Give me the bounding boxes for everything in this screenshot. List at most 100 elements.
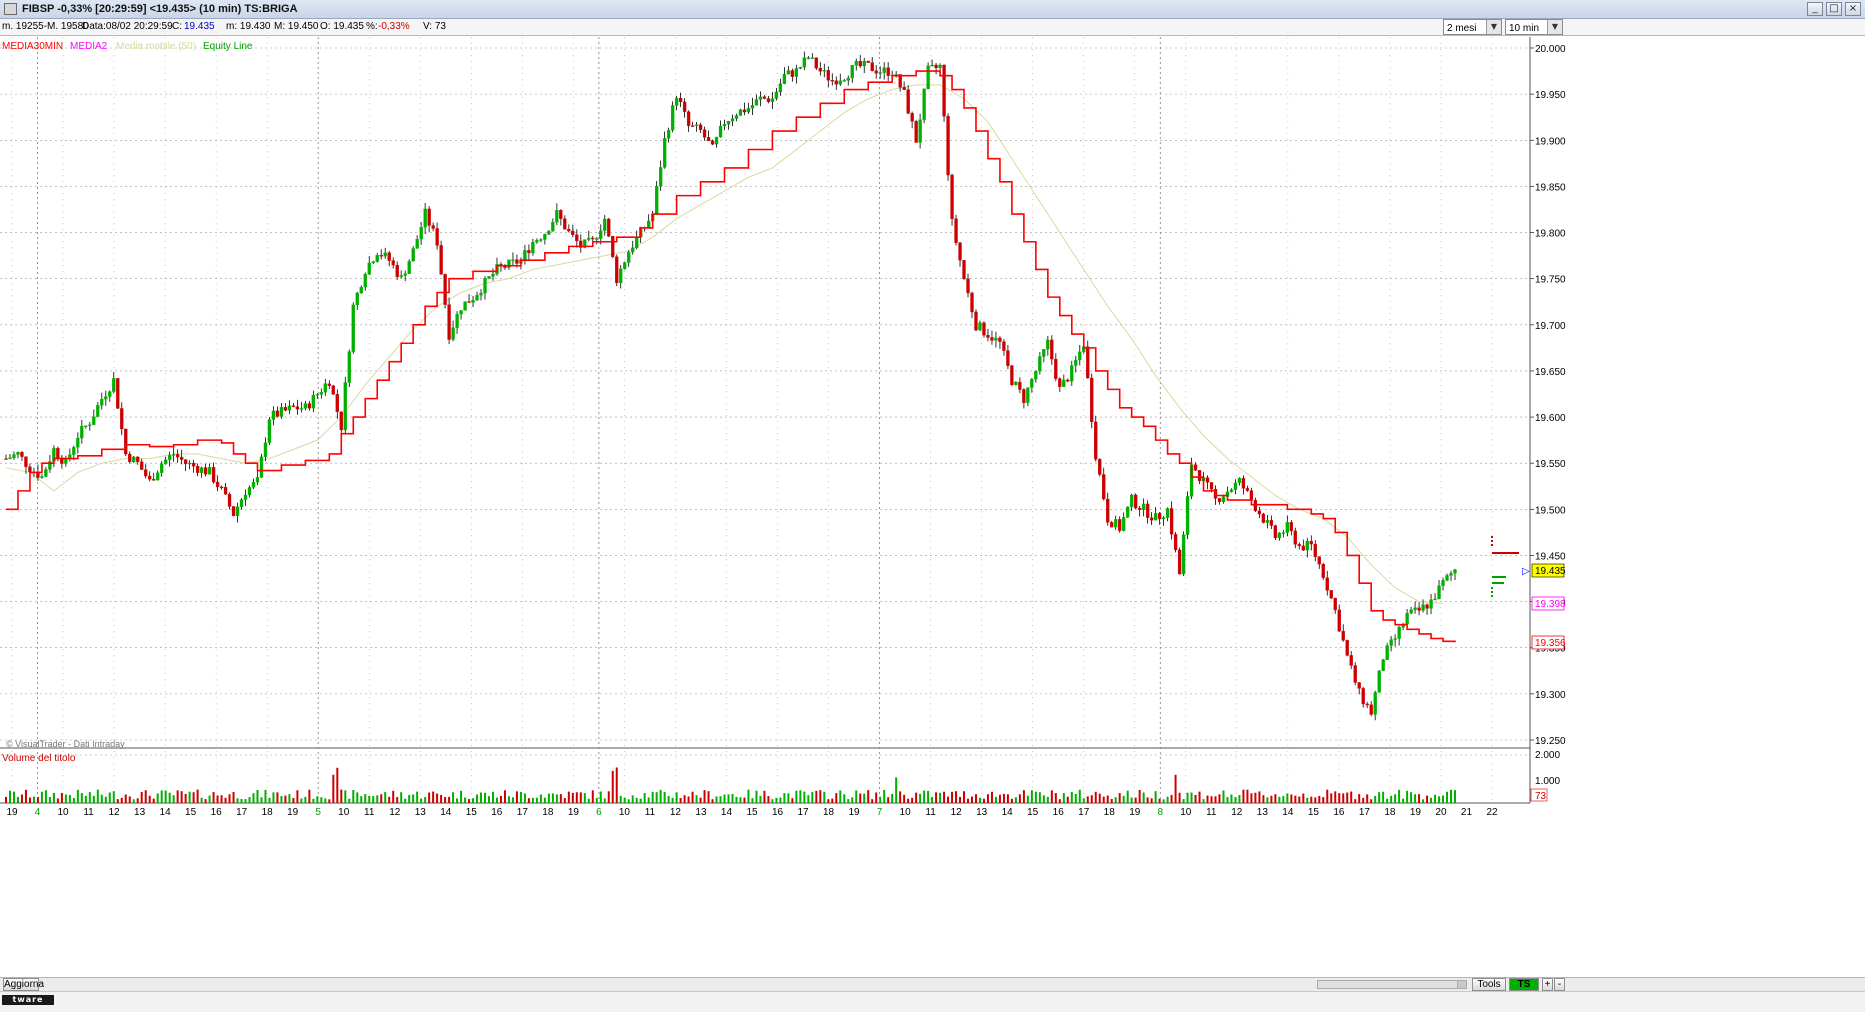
candle-body bbox=[826, 70, 830, 81]
chevron-down-icon[interactable]: ▼ bbox=[1486, 20, 1501, 34]
candle-body bbox=[407, 261, 411, 274]
candle-body bbox=[343, 382, 347, 431]
candle-body bbox=[1413, 607, 1417, 610]
legend-media30min: MEDIA30MIN bbox=[2, 41, 63, 52]
candle-body bbox=[1437, 585, 1441, 600]
candle-body bbox=[1273, 525, 1278, 539]
candle-body bbox=[790, 70, 795, 77]
ts-on-button[interactable]: TS ON bbox=[1509, 978, 1539, 1001]
x-tick-label: 15 bbox=[466, 807, 478, 818]
x-tick-label: 10 bbox=[338, 807, 350, 818]
candle-body bbox=[1333, 597, 1337, 611]
zoom-out-button[interactable]: - bbox=[1554, 978, 1565, 991]
volume-bar bbox=[72, 798, 75, 803]
candle-body bbox=[694, 124, 699, 126]
volume-bar bbox=[44, 790, 47, 803]
volume-bar bbox=[703, 790, 706, 803]
candle-body bbox=[782, 73, 787, 84]
volume-bar bbox=[272, 792, 275, 803]
minimize-button[interactable]: _ bbox=[1807, 2, 1823, 16]
volume-bar bbox=[220, 795, 223, 803]
volume-bar bbox=[539, 794, 542, 803]
y-tick-label: 19.650 bbox=[1535, 367, 1566, 378]
candle-body bbox=[92, 416, 96, 425]
volume-bar bbox=[1066, 796, 1069, 803]
candle-body bbox=[1265, 520, 1270, 523]
volume-bar bbox=[360, 796, 363, 803]
candle-body bbox=[191, 462, 196, 467]
candle-body bbox=[1010, 365, 1014, 386]
tools-button[interactable]: Tools bbox=[1472, 978, 1506, 991]
candle-body bbox=[527, 250, 531, 254]
volume-bar bbox=[691, 791, 694, 803]
volume-bar bbox=[751, 798, 754, 803]
candle-body bbox=[842, 80, 846, 82]
volume-bar bbox=[563, 798, 566, 803]
volume-bar bbox=[579, 792, 582, 803]
close-button[interactable]: × bbox=[1845, 2, 1861, 16]
volume-bar bbox=[372, 796, 375, 803]
candle-body bbox=[535, 240, 539, 243]
price-chart[interactable]: 20.000 19.950 19.900 19.850 19.800 19.750 19.7… bbox=[0, 37, 1865, 977]
candle-body bbox=[878, 72, 882, 74]
volume-bar bbox=[1022, 790, 1025, 803]
maximize-button[interactable]: □ bbox=[1826, 2, 1842, 16]
candle-body bbox=[419, 227, 423, 240]
volume-bar bbox=[1414, 794, 1417, 803]
volume-bar bbox=[180, 791, 183, 803]
candle-body bbox=[1193, 464, 1198, 471]
x-tick-label: 16 bbox=[211, 807, 223, 818]
period-select[interactable]: 2 mesi ▼ bbox=[1443, 19, 1502, 35]
volume-bar bbox=[1026, 795, 1029, 803]
volume-bar bbox=[48, 797, 51, 803]
candle-body bbox=[1293, 530, 1297, 545]
volume-bar bbox=[1014, 797, 1017, 803]
interval-select[interactable]: 10 min ▼ bbox=[1505, 19, 1563, 35]
volume-bar bbox=[863, 793, 866, 803]
horizontal-scrollbar[interactable] bbox=[1317, 980, 1467, 989]
aggiorna-button[interactable]: Aggiorna bbox=[3, 978, 44, 991]
volume-bar bbox=[240, 799, 243, 803]
min-label: m: 19.430 bbox=[226, 21, 271, 32]
y-tick-label: 19.450 bbox=[1535, 551, 1566, 562]
volume-bar bbox=[428, 792, 431, 803]
x-tick-label: 17 bbox=[1359, 807, 1371, 818]
candle-body bbox=[930, 64, 934, 67]
candle-body bbox=[156, 472, 160, 481]
volume-bar bbox=[819, 790, 822, 803]
candle-body bbox=[219, 486, 224, 489]
volume-bar bbox=[140, 791, 143, 803]
zoom-in-button[interactable]: + bbox=[1542, 978, 1553, 991]
volume-bar bbox=[1274, 794, 1277, 803]
candle-body bbox=[164, 459, 168, 465]
volume-bar bbox=[1342, 793, 1345, 803]
volume-bar bbox=[1062, 793, 1065, 803]
x-tick-label: 18 bbox=[1384, 807, 1396, 818]
volume-bar bbox=[1294, 795, 1297, 803]
x-tick-label: 14 bbox=[721, 807, 733, 818]
volume-bar bbox=[264, 789, 267, 803]
chevron-down-icon[interactable]: ▼ bbox=[1547, 20, 1562, 34]
volume-bar bbox=[376, 795, 379, 803]
y-tick-label: 19.550 bbox=[1535, 459, 1566, 470]
candle-body bbox=[846, 77, 850, 81]
volume-bar bbox=[1386, 798, 1389, 803]
volume-bar bbox=[1354, 799, 1357, 803]
x-tick-label: 16 bbox=[1333, 807, 1345, 818]
volume-bar bbox=[587, 798, 590, 803]
candle-body bbox=[619, 268, 623, 284]
scroll-thumb[interactable] bbox=[1457, 981, 1466, 988]
candle-body bbox=[1441, 580, 1445, 586]
volume-bar bbox=[312, 798, 315, 803]
candle-body bbox=[275, 410, 280, 417]
candle-body bbox=[1106, 498, 1110, 523]
volume-bar bbox=[1154, 791, 1157, 803]
candle-body bbox=[882, 67, 886, 73]
candle-body bbox=[395, 264, 399, 278]
window-titlebar: FIBSP -0,33% [20:29:59] <19.435> (10 min… bbox=[0, 0, 1865, 19]
volume-bar bbox=[1306, 797, 1309, 803]
volume-bar bbox=[679, 798, 682, 803]
candle-body bbox=[144, 469, 148, 477]
volume-bar bbox=[667, 795, 670, 803]
chart-background bbox=[0, 37, 1865, 977]
